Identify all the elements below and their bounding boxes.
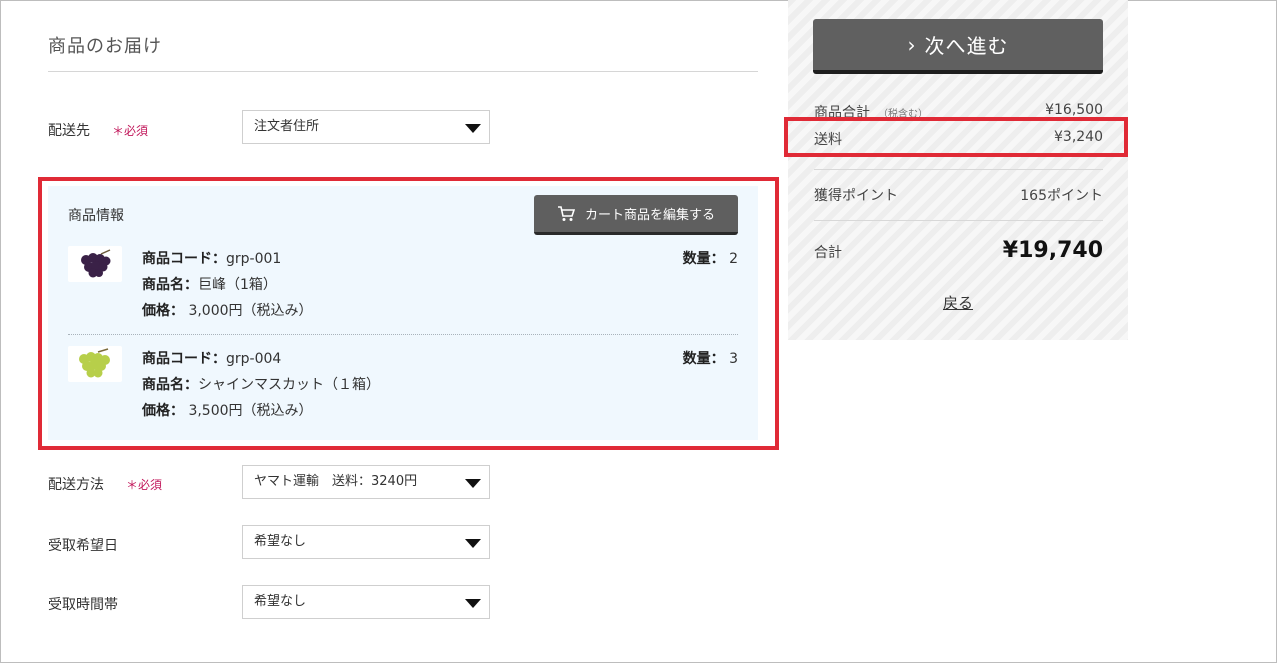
product-info-highlight (38, 177, 779, 450)
shipping-highlight (784, 117, 1128, 157)
back-link[interactable]: 戻る (788, 292, 1128, 313)
required-mark: ＊必須 (126, 478, 163, 492)
section-divider (48, 71, 758, 72)
delivery-date-label: 受取希望日 (48, 538, 118, 554)
delivery-time-select[interactable]: 希望なし (242, 585, 490, 619)
points-value: 165ポイント (1020, 188, 1103, 204)
total-label: 合計 (814, 245, 842, 261)
destination-label-row: 配送先 ＊必須 (48, 120, 148, 140)
total-row: 合計 ¥19,740 (814, 238, 1103, 263)
subtotal-value: ¥16,500 (1045, 102, 1103, 118)
chevron-right-icon: › (907, 32, 917, 57)
required-mark: ＊必須 (112, 124, 149, 138)
section-title: 商品のお届け (48, 36, 162, 57)
delivery-time-label: 受取時間帯 (48, 597, 118, 613)
summary-divider (814, 169, 1103, 170)
method-label-row: 配送方法 ＊必須 (48, 474, 162, 494)
order-summary: › 次へ進む 商品合計 （税含む） ¥16,500 送料 ¥3,240 獲得ポイン… (788, 0, 1128, 340)
delivery-time-value: 希望なし (254, 594, 307, 609)
chevron-down-icon (465, 124, 481, 133)
destination-label: 配送先 (48, 123, 90, 139)
next-button[interactable]: › 次へ進む (813, 19, 1103, 74)
delivery-method-select[interactable]: ヤマト運輸 送料：3240円 (242, 465, 490, 499)
destination-select[interactable]: 注文者住所 (242, 110, 490, 144)
delivery-date-value: 希望なし (254, 534, 307, 549)
chevron-down-icon (465, 599, 481, 608)
destination-select-value: 注文者住所 (254, 119, 320, 134)
summary-divider (814, 220, 1103, 221)
delivery-method-label: 配送方法 (48, 477, 104, 493)
total-value: ¥19,740 (1002, 238, 1103, 263)
points-row: 獲得ポイント 165ポイント (814, 185, 1103, 205)
next-button-label: 次へ進む (924, 34, 1009, 58)
chevron-down-icon (465, 479, 481, 488)
delivery-date-select[interactable]: 希望なし (242, 525, 490, 559)
chevron-down-icon (465, 539, 481, 548)
points-label: 獲得ポイント (814, 188, 898, 204)
delivery-method-value: ヤマト運輸 送料：3240円 (254, 474, 418, 489)
